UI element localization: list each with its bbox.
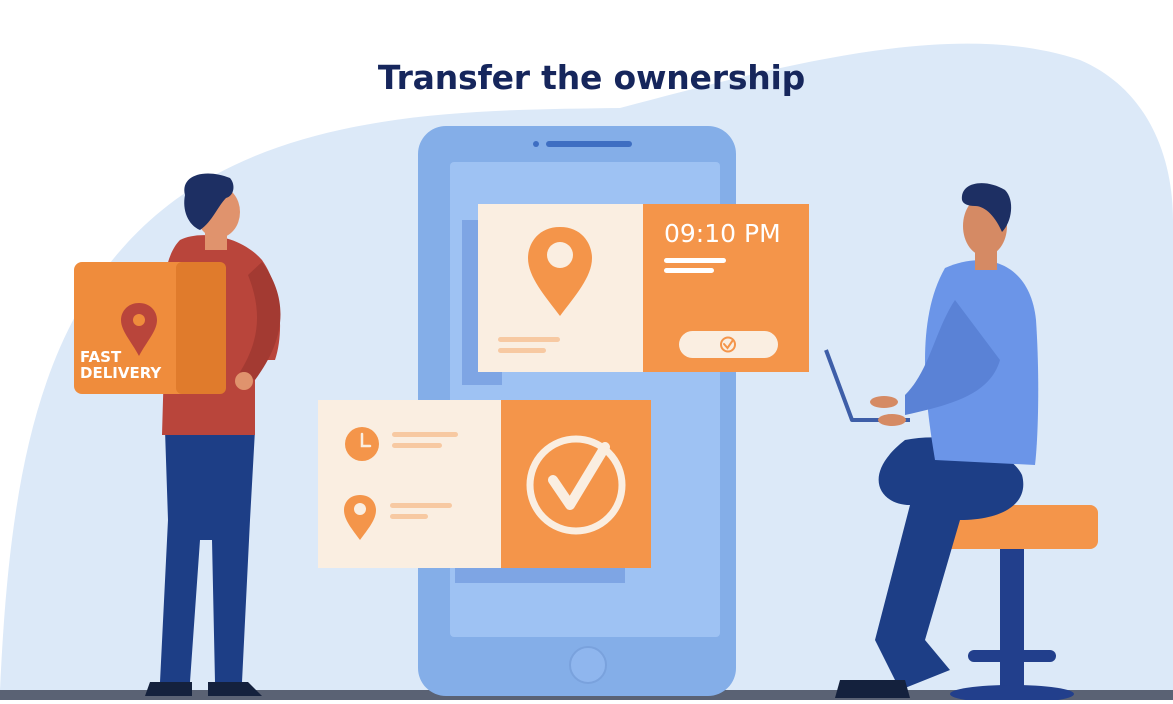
card-text-line [498, 337, 560, 342]
status-text-line [392, 443, 442, 448]
confirm-button [679, 331, 778, 358]
page-title: Transfer the ownership [377, 58, 806, 97]
badge-line-2: DELIVERY [80, 364, 162, 382]
card-info-line [664, 258, 726, 263]
card-info-line [664, 268, 714, 273]
delivery-time: 09:10 PM [664, 219, 781, 248]
status-text-line [390, 503, 452, 508]
illustration-svg: 09:10 PM FAST DELIVERY [0, 43, 1173, 703]
fast-delivery-backpack: FAST DELIVERY [74, 262, 226, 394]
phone-home-button [569, 646, 607, 684]
status-text-line [390, 514, 428, 519]
card-text-line [498, 348, 546, 353]
illustration-scene: 09:10 PM FAST DELIVERY Transfer the owne… [0, 0, 1173, 703]
status-card [318, 400, 651, 568]
status-text-line [392, 432, 458, 437]
delivery-card: 09:10 PM [478, 204, 809, 372]
clock-icon [345, 427, 379, 461]
phone-speaker [546, 141, 632, 147]
phone-camera [533, 141, 539, 147]
